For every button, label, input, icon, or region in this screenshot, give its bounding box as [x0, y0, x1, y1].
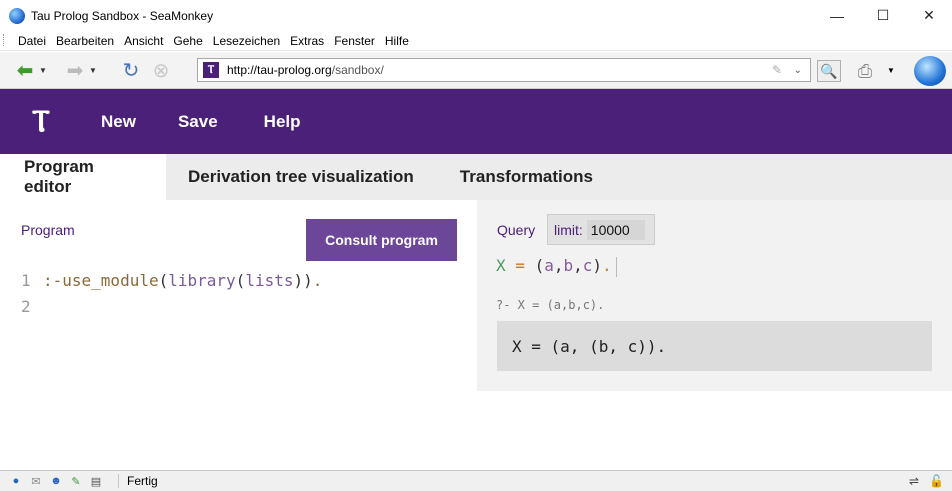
program-panel: Program Consult program 1:-use_module(li… — [0, 200, 477, 470]
online-status-icon[interactable]: ⇌ — [909, 474, 919, 488]
print-dropdown-icon[interactable]: ▼ — [887, 66, 895, 75]
line-number: 1 — [21, 271, 31, 290]
title-bar: Tau Prolog Sandbox - SeaMonkey — ☐ ✕ — [0, 0, 952, 31]
code-editor[interactable]: 1:-use_module(library(lists)). 2 — [21, 268, 322, 320]
status-bar: ● ✉ ☻ ✎ ▤ Fertig ⇌ 🔓 — [0, 470, 952, 491]
back-icon[interactable]: ⬅ — [12, 57, 38, 83]
throbber-icon[interactable] — [914, 56, 946, 86]
menu-hilfe[interactable]: Hilfe — [385, 34, 409, 48]
status-text: Fertig — [118, 474, 158, 488]
site-favicon-icon: Ⲧ — [203, 62, 219, 78]
new-button[interactable]: New — [101, 112, 136, 132]
tab-bar: Program editor Derivation tree visualiza… — [0, 154, 952, 200]
limit-input[interactable]: 10000 — [586, 219, 645, 240]
minimize-icon[interactable]: — — [814, 0, 860, 31]
tau-logo-icon[interactable]: Ⲧ — [26, 104, 56, 139]
menu-fenster[interactable]: Fenster — [334, 34, 375, 48]
limit-label: limit: — [554, 221, 583, 238]
save-button[interactable]: Save — [178, 112, 218, 132]
code-line: 2 — [21, 294, 322, 320]
reload-icon[interactable]: ↻ — [118, 57, 144, 83]
stop-icon[interactable]: ⊗ — [148, 57, 174, 83]
close-icon[interactable]: ✕ — [906, 0, 952, 31]
code-line: 1:-use_module(library(lists)). — [21, 268, 322, 294]
chat-icon[interactable]: ☻ — [48, 474, 64, 488]
forward-icon[interactable]: ➡ — [62, 57, 88, 83]
menu-bearbeiten[interactable]: Bearbeiten — [56, 34, 114, 48]
tab-derivation-tree[interactable]: Derivation tree visualization — [188, 154, 414, 200]
menu-ansicht[interactable]: Ansicht — [124, 34, 163, 48]
browser-icon[interactable]: ● — [8, 474, 24, 488]
query-answer: X = (a, (b, c)). — [497, 321, 932, 371]
toolbar-grip[interactable] — [3, 34, 9, 46]
url-text[interactable]: http://tau-prolog.org/sandbox/ — [227, 63, 384, 77]
print-icon[interactable]: ⎙ — [852, 59, 878, 83]
program-label: Program — [21, 222, 75, 238]
url-path: /sandbox/ — [331, 63, 384, 77]
back-dropdown-icon[interactable]: ▼ — [38, 57, 48, 83]
query-input[interactable]: X = (a,b,c). — [496, 256, 617, 277]
menu-bar: Datei Bearbeiten Ansicht Gehe Lesezeiche… — [0, 31, 952, 51]
url-domain: http://tau-prolog.org — [227, 63, 332, 77]
url-bar[interactable]: Ⲧ http://tau-prolog.org/sandbox/ ✎ ⌄ — [197, 58, 811, 82]
menu-lesezeichen[interactable]: Lesezeichen — [213, 34, 280, 48]
consult-program-button[interactable]: Consult program — [306, 219, 457, 261]
menu-datei[interactable]: Datei — [18, 34, 46, 48]
forward-dropdown-icon[interactable]: ▼ — [88, 57, 98, 83]
composer-icon[interactable]: ✎ — [68, 474, 84, 488]
search-icon[interactable]: 🔍 — [817, 60, 841, 82]
query-echo: ?- X = (a,b,c). — [496, 298, 605, 312]
line-number: 2 — [21, 297, 31, 316]
window-controls: — ☐ ✕ — [814, 0, 952, 31]
edit-icon[interactable]: ✎ — [772, 63, 782, 77]
maximize-icon[interactable]: ☐ — [860, 0, 906, 31]
tab-program-editor[interactable]: Program editor — [0, 154, 166, 200]
text-cursor — [615, 256, 617, 277]
app-header: Ⲧ New Save Help — [0, 89, 952, 154]
addressbook-icon[interactable]: ▤ — [88, 474, 104, 488]
help-button[interactable]: Help — [264, 112, 301, 132]
chevron-down-icon[interactable]: ⌄ — [794, 65, 802, 76]
window-title: Tau Prolog Sandbox - SeaMonkey — [31, 8, 214, 23]
menu-gehe[interactable]: Gehe — [173, 34, 202, 48]
tab-transformations[interactable]: Transformations — [460, 154, 593, 200]
security-lock-icon: 🔓 — [929, 474, 944, 488]
navigation-toolbar: ⬅ ▼ ➡ ▼ ↻ ⊗ Ⲧ http://tau-prolog.org/sand… — [0, 52, 952, 89]
status-right: ⇌ 🔓 — [909, 474, 944, 488]
seamonkey-icon — [9, 7, 25, 24]
query-panel: Query limit: 10000 X = (a,b,c). ?- X = (… — [477, 200, 952, 391]
mail-icon[interactable]: ✉ — [28, 474, 44, 488]
query-label: Query — [497, 222, 536, 238]
limit-box: limit: 10000 — [547, 214, 655, 245]
menu-extras[interactable]: Extras — [290, 34, 324, 48]
